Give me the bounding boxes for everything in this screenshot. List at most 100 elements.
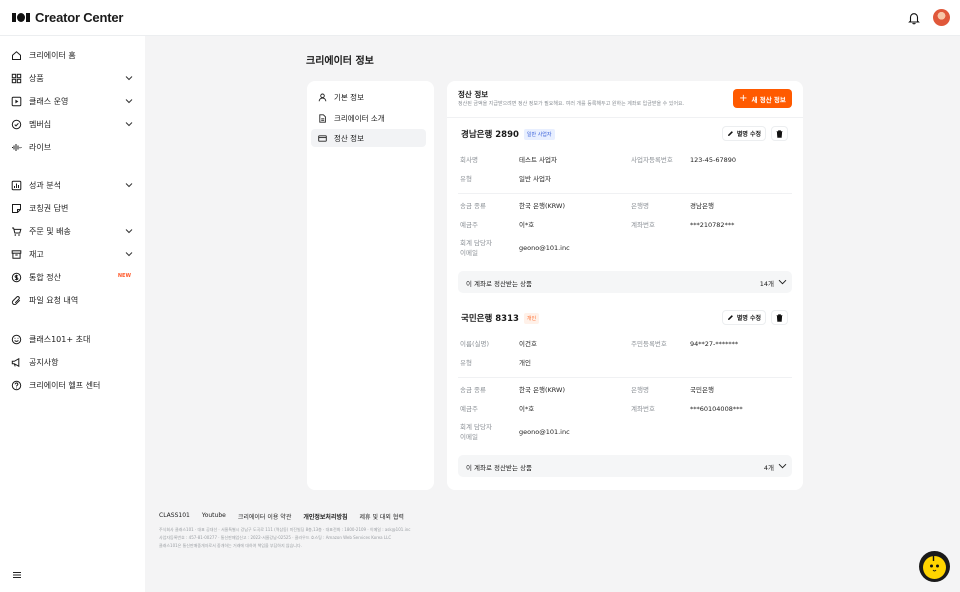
sidebar-item-label: 성과 분석 (29, 180, 61, 190)
plus-icon: + (739, 93, 748, 104)
top-bar: Creator Center (0, 0, 960, 36)
edit-nickname-button[interactable]: 별명 수정 (722, 126, 766, 141)
field-value: geono@101.inc (519, 428, 570, 436)
sidebar-item-0[interactable]: 크리에이터 홈 (11, 48, 135, 62)
sidebar-item-10[interactable]: 파일 요청 내역 (11, 293, 135, 307)
help-circle-icon (11, 380, 22, 391)
edit-nickname-label: 별명 수정 (736, 315, 762, 322)
sidebar-item-11[interactable]: 클래스101+ 초대 (11, 332, 135, 346)
sidebar-item-5[interactable]: 성과 분석 (11, 178, 135, 192)
field-label: 사업자등록번호 (631, 156, 673, 164)
sidebar-item-1[interactable]: 상품 (11, 71, 135, 85)
settlement-panel: 정산 정보 정산된 금액을 지급받으려면 정산 정보가 필요해요. 여러 개를 … (447, 81, 803, 490)
badge-check-icon (11, 119, 22, 130)
footer-link-class101[interactable]: CLASS101 (159, 512, 190, 521)
pencil-icon (727, 314, 734, 321)
hamburger-menu-icon[interactable] (11, 570, 23, 580)
add-settlement-button[interactable]: + 새 정산 정보 (733, 89, 792, 108)
field-value: ***210782*** (690, 221, 735, 229)
logo[interactable]: Creator Center (12, 10, 123, 25)
chevron-down-icon[interactable] (125, 250, 133, 258)
linked-products-toggle[interactable]: 이 계좌로 정산받는 상품 14개 (458, 271, 792, 293)
creator-info-subnav: 기본 정보 크리에이터 소개 정산 정보 (307, 81, 434, 490)
subnav-label: 크리에이터 소개 (334, 113, 385, 123)
play-square-icon (11, 96, 22, 107)
footer-link-youtube[interactable]: Youtube (202, 512, 226, 521)
field-value: 이*호 (519, 405, 535, 413)
user-avatar[interactable] (933, 9, 950, 26)
field-label: 유형 (460, 175, 472, 183)
field-label: 이메일 (460, 249, 478, 257)
notification-bell-icon[interactable] (907, 11, 921, 25)
field-label: 예금주 (460, 221, 478, 229)
sidebar-item-9[interactable]: 통합 정산 NEW (11, 270, 135, 284)
field-label: 송금 종류 (460, 202, 486, 210)
section-title: 정산 정보 (458, 90, 489, 99)
footer-link-partnership[interactable]: 제휴 및 대외 협력 (360, 512, 404, 521)
chevron-down-icon (778, 278, 787, 286)
field-value: geono@101.inc (519, 244, 570, 252)
sidebar-item-label: 주문 및 배송 (29, 226, 71, 236)
sidebar-item-label: 상품 (29, 73, 44, 83)
sidebar-item-6[interactable]: 코칭권 답변 (11, 201, 135, 215)
account-type-badge: 개인 (523, 312, 540, 324)
sidebar-item-label: 파일 요청 내역 (29, 295, 79, 305)
field-label: 유형 (460, 359, 472, 367)
field-value: 이건호 (519, 340, 537, 348)
sidebar-item-label: 크리에이터 홈 (29, 50, 76, 60)
field-value: ***60104008*** (690, 405, 743, 413)
field-label: 회사명 (460, 156, 478, 164)
grid-icon (11, 73, 22, 84)
field-label: 이메일 (460, 433, 478, 441)
field-value: 한국 은행(KRW) (519, 386, 566, 394)
field-value: 경남은행 (690, 202, 714, 210)
field-label: 회계 담당자 (460, 239, 492, 247)
sidebar-item-2[interactable]: 클래스 운영 (11, 94, 135, 108)
page-title: 크리에이터 정보 (306, 56, 374, 67)
field-value: 123-45-67890 (690, 156, 737, 164)
subnav-label: 기본 정보 (334, 92, 364, 102)
card-divider (458, 377, 792, 378)
sidebar-item-3[interactable]: 멤버십 (11, 117, 135, 131)
sidebar-item-8[interactable]: 재고 (11, 247, 135, 261)
home-icon (11, 50, 22, 61)
chevron-down-icon[interactable] (125, 227, 133, 235)
delete-account-button[interactable] (771, 126, 788, 141)
chevron-down-icon[interactable] (125, 181, 133, 189)
footer-link-terms[interactable]: 크리에이터 이용 약관 (238, 512, 292, 521)
account-name-text: 경남은행 2890 (461, 130, 519, 140)
field-label: 은행명 (631, 202, 649, 210)
chevron-down-icon[interactable] (125, 97, 133, 105)
linked-products-count: 14개 (759, 280, 774, 288)
field-value: 94**27-******* (690, 340, 739, 348)
footer-link-privacy[interactable]: 개인정보처리방침 (303, 512, 347, 521)
paperclip-icon (11, 295, 22, 306)
field-label: 송금 종류 (460, 386, 486, 394)
sidebar-item-12[interactable]: 공지사항 (11, 355, 135, 369)
account-type-badge: 일반 사업자 (523, 128, 555, 140)
pencil-icon (727, 130, 734, 137)
linked-products-label: 이 계좌로 정산받는 상품 (466, 280, 532, 288)
linked-products-toggle[interactable]: 이 계좌로 정산받는 상품 4개 (458, 455, 792, 477)
sidebar-item-4[interactable]: 라이브 (11, 140, 135, 154)
sidebar-item-label: 공지사항 (29, 357, 59, 367)
sidebar-item-7[interactable]: 주문 및 배송 (11, 224, 135, 238)
field-label: 예금주 (460, 405, 478, 413)
chevron-down-icon[interactable] (125, 74, 133, 82)
user-icon (318, 93, 327, 102)
field-label: 은행명 (631, 386, 649, 394)
archive-icon (11, 249, 22, 260)
subnav-item-basic-info[interactable]: 기본 정보 (311, 88, 426, 106)
chevron-down-icon[interactable] (125, 120, 133, 128)
sidebar-item-13[interactable]: 크리에이터 헬프 센터 (11, 378, 135, 392)
delete-account-button[interactable] (771, 310, 788, 325)
field-value: 국민은행 (690, 386, 714, 394)
edit-nickname-button[interactable]: 별명 수정 (722, 310, 766, 325)
subnav-item-settlement-info[interactable]: 정산 정보 (311, 129, 426, 147)
subnav-item-creator-intro[interactable]: 크리에이터 소개 (311, 109, 426, 127)
chat-support-button[interactable] (919, 551, 950, 582)
account-name-text: 국민은행 8313 (461, 314, 519, 324)
header-divider (447, 117, 803, 118)
sidebar-item-label: 크리에이터 헬프 센터 (29, 380, 101, 390)
field-label: 계좌번호 (631, 405, 655, 413)
